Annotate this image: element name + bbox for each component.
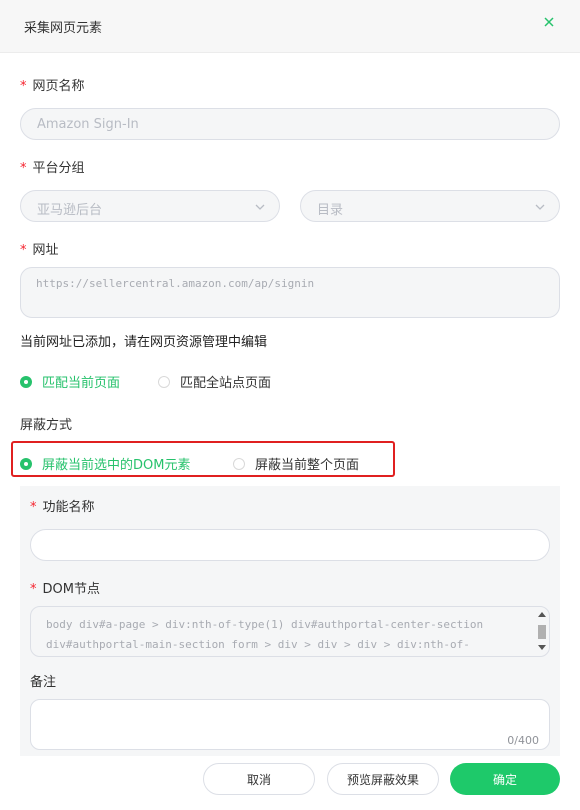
required-mark: * (30, 582, 37, 597)
match-all-pages-radio[interactable]: 匹配全站点页面 (158, 372, 271, 391)
url-value: https://sellercentral.amazon.com/ap/sign… (36, 277, 315, 290)
dialog-header: 采集网页元素 (0, 0, 580, 53)
dom-node-text: body div#a-page > div:nth-of-type(1) div… (46, 615, 483, 655)
match-current-page-label: 匹配当前页面 (42, 376, 121, 391)
chevron-down-icon (255, 204, 265, 210)
close-icon[interactable] (542, 15, 556, 29)
page-name-label: * 网页名称 (20, 75, 85, 94)
platform-select[interactable]: 亚马逊后台 (20, 190, 280, 222)
block-mode-label: 屏蔽方式 (20, 418, 73, 433)
block-element-label: 屏蔽当前选中的DOM元素 (42, 458, 191, 473)
required-mark: * (20, 79, 27, 94)
dom-node-label-text: DOM节点 (42, 582, 100, 597)
scrollbar[interactable] (537, 611, 547, 651)
required-mark: * (30, 500, 37, 515)
page-name-label-text: 网页名称 (32, 79, 85, 94)
radio-unchecked-icon (158, 375, 170, 388)
dom-node-line: div#authportal-main-section form > div >… (46, 638, 470, 651)
catalog-select[interactable]: 目录 (300, 190, 560, 222)
block-element-panel: * 功能名称 * DOM节点 body div#a-page > div:nth-o… (20, 486, 560, 756)
url-label-text: 网址 (32, 243, 59, 258)
url-field[interactable]: https://sellercentral.amazon.com/ap/sign… (20, 267, 560, 318)
page-name-value: Amazon Sign-In (37, 117, 139, 132)
required-mark: * (20, 161, 27, 176)
dom-node-line: body div#a-page > div:nth-of-type(1) div… (46, 618, 484, 631)
dialog-title: 采集网页元素 (24, 21, 103, 36)
remark-counter: 0/400 (507, 734, 539, 747)
match-all-pages-label: 匹配全站点页面 (180, 376, 272, 391)
block-page-radio[interactable]: 屏蔽当前整个页面 (233, 454, 359, 473)
platform-group-label-text: 平台分组 (32, 161, 85, 176)
radio-checked-icon (20, 375, 32, 388)
dom-node-label: * DOM节点 (30, 578, 100, 597)
catalog-select-value: 目录 (317, 203, 344, 218)
dom-node-field[interactable]: body div#a-page > div:nth-of-type(1) div… (30, 606, 550, 657)
page-name-input[interactable]: Amazon Sign-In (20, 108, 560, 140)
platform-group-label: * 平台分组 (20, 157, 85, 176)
url-label: * 网址 (20, 239, 59, 258)
chevron-down-icon (535, 204, 545, 210)
cancel-button[interactable]: 取消 (203, 763, 315, 795)
preview-block-button[interactable]: 预览屏蔽效果 (327, 763, 439, 795)
platform-select-value: 亚马逊后台 (37, 203, 103, 218)
radio-unchecked-icon (233, 457, 245, 470)
url-note: 当前网址已添加，请在网页资源管理中编辑 (20, 335, 268, 350)
required-mark: * (20, 243, 27, 258)
remark-label: 备注 (30, 675, 57, 690)
feature-name-label-text: 功能名称 (42, 500, 95, 515)
block-page-label: 屏蔽当前整个页面 (255, 458, 360, 473)
feature-name-input[interactable] (30, 529, 550, 561)
feature-name-label: * 功能名称 (30, 496, 95, 515)
match-current-page-radio[interactable]: 匹配当前页面 (20, 372, 120, 391)
block-element-radio[interactable]: 屏蔽当前选中的DOM元素 (20, 454, 190, 473)
remark-textarea[interactable]: 0/400 (30, 699, 550, 750)
radio-checked-icon (20, 457, 32, 470)
confirm-button[interactable]: 确定 (450, 763, 560, 795)
